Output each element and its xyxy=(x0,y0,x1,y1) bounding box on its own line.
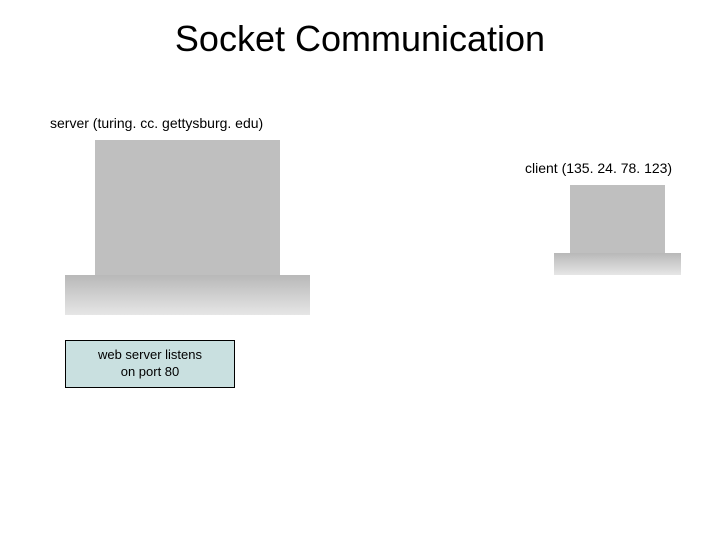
server-laptop-graphic xyxy=(95,140,340,315)
page-title: Socket Communication xyxy=(0,18,720,60)
laptop-screen xyxy=(570,185,665,253)
server-label: server (turing. cc. gettysburg. edu) xyxy=(50,115,263,131)
laptop-keyboard xyxy=(65,275,310,315)
laptop-keyboard xyxy=(554,253,681,275)
client-laptop-graphic xyxy=(570,185,697,275)
laptop-screen xyxy=(95,140,280,275)
port-box-label: web server listens on port 80 xyxy=(98,347,202,381)
client-label: client (135. 24. 78. 123) xyxy=(525,160,672,176)
port-box: web server listens on port 80 xyxy=(65,340,235,388)
